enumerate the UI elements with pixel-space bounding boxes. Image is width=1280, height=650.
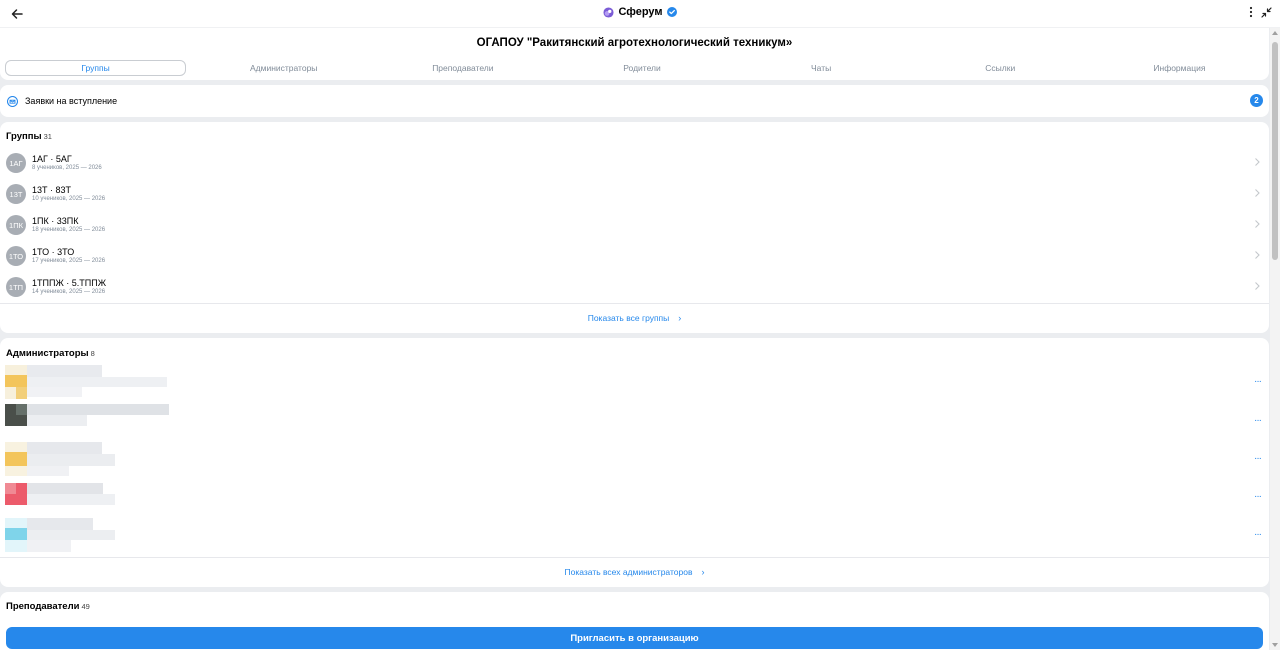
group-name: 1ПК · 33ПК	[32, 216, 79, 226]
admin-row[interactable]: ···	[0, 365, 1269, 399]
group-subtitle: 8 учеников, 2025 — 2026	[32, 165, 102, 171]
group-subtitle: 17 учеников, 2025 — 2026	[32, 258, 106, 264]
show-all-admins-label: Показать всех администраторов	[564, 567, 693, 577]
main-scroll-area: ОГАПОУ "Ракитянский агротехнологический …	[0, 28, 1269, 650]
group-row[interactable]: 1ТП 1ТППЖ · 5.ТППЖ 14 учеников, 2025 — 2…	[0, 274, 1269, 305]
scroll-down-arrow-icon[interactable]	[1272, 643, 1278, 647]
scrollbar-thumb[interactable]	[1272, 42, 1278, 260]
group-subtitle: 10 учеников, 2025 — 2026	[32, 196, 106, 202]
app-brand: Сферум	[0, 6, 1280, 18]
show-all-groups-button[interactable]: Показать все группы ›	[0, 313, 1269, 323]
blurred-admin-info	[5, 518, 175, 552]
chevron-right-icon	[1255, 251, 1260, 259]
join-requests-card[interactable]: Заявки на вступление 2	[0, 85, 1269, 117]
tab-links[interactable]: Ссылки	[911, 60, 1090, 76]
show-all-groups-label: Показать все группы	[587, 313, 670, 323]
admins-section-title: Администраторы 8	[6, 348, 95, 359]
more-horizontal-icon[interactable]: ···	[1254, 416, 1262, 426]
collapse-icon[interactable]	[1261, 6, 1272, 18]
requests-count-badge: 2	[1250, 94, 1263, 107]
tab-groups[interactable]: Группы	[5, 60, 187, 76]
group-row[interactable]: 1ТО 1ТО · 3ТО 17 учеников, 2025 — 2026	[0, 243, 1269, 274]
org-tabs: Группы Администраторы Преподаватели Роди…	[5, 60, 1269, 76]
more-horizontal-icon[interactable]: ···	[1254, 454, 1262, 464]
top-bar: Сферум	[0, 0, 1280, 28]
group-subtitle: 14 учеников, 2025 — 2026	[32, 289, 106, 295]
group-row[interactable]: 13Т 13Т · 83Т 10 учеников, 2025 — 2026	[0, 181, 1269, 212]
group-name: 1АГ · 5АГ	[32, 154, 72, 164]
join-requests-row[interactable]: Заявки на вступление 2	[0, 85, 1269, 117]
mail-icon	[7, 95, 18, 107]
scroll-up-arrow-icon[interactable]	[1272, 31, 1278, 35]
teachers-count: 49	[81, 602, 90, 611]
group-row[interactable]: 1ПК 1ПК · 33ПК 18 учеников, 2025 — 2026	[0, 212, 1269, 243]
verified-icon	[666, 7, 677, 17]
blurred-admin-info	[5, 480, 175, 514]
more-horizontal-icon[interactable]: ···	[1254, 377, 1262, 387]
group-avatar: 1АГ	[6, 153, 26, 173]
join-requests-label: Заявки на вступление	[25, 96, 118, 106]
chevron-right-icon	[1255, 158, 1260, 166]
chevron-right-icon	[1255, 189, 1260, 197]
invite-to-organization-button[interactable]: Пригласить в организацию	[6, 627, 1263, 649]
more-horizontal-icon[interactable]: ···	[1254, 492, 1262, 502]
admins-divider	[0, 557, 1269, 558]
group-avatar: 1ТП	[6, 277, 26, 297]
chevron-right-icon	[1255, 220, 1260, 228]
blurred-admin-info	[5, 442, 175, 476]
teachers-title-text: Преподаватели	[6, 601, 80, 612]
vertical-scrollbar[interactable]	[1270, 28, 1280, 650]
tab-teachers[interactable]: Преподаватели	[373, 60, 552, 76]
chevron-right-icon	[1255, 282, 1260, 290]
chevron-right-icon: ›	[701, 567, 705, 577]
groups-card: Группы 31 1АГ 1АГ · 5АГ 8 учеников, 2025 …	[0, 122, 1269, 333]
tab-info[interactable]: Информация	[1090, 60, 1269, 76]
chevron-right-icon: ›	[678, 313, 682, 323]
admin-row[interactable]: ···	[0, 480, 1269, 514]
admin-row[interactable]: ···	[0, 442, 1269, 476]
blurred-admin-info	[5, 404, 175, 438]
blurred-admin-info	[5, 365, 175, 399]
more-horizontal-icon[interactable]: ···	[1254, 530, 1262, 540]
group-avatar: 13Т	[6, 184, 26, 204]
group-subtitle: 18 учеников, 2025 — 2026	[32, 227, 106, 233]
admins-title-text: Администраторы	[6, 348, 89, 359]
groups-count: 31	[43, 132, 52, 141]
teachers-section-title: Преподаватели 49	[6, 601, 90, 612]
app-name: Сферум	[618, 6, 663, 18]
show-all-admins-button[interactable]: Показать всех администраторов ›	[0, 567, 1269, 577]
tab-admins[interactable]: Администраторы	[194, 60, 373, 76]
groups-divider	[0, 303, 1269, 304]
group-avatar: 1ПК	[6, 215, 26, 235]
group-avatar: 1ТО	[6, 246, 26, 266]
tab-parents[interactable]: Родители	[552, 60, 731, 76]
org-title: ОГАПОУ "Ракитянский агротехнологический …	[476, 37, 793, 49]
tab-chats[interactable]: Чаты	[732, 60, 911, 76]
org-header-card: ОГАПОУ "Ракитянский агротехнологический …	[0, 28, 1269, 80]
admins-card: Администраторы 8 ··· ··· ··· ··· ··· Пок…	[0, 338, 1269, 587]
group-name: 13Т · 83Т	[32, 185, 72, 195]
group-name: 1ТО · 3ТО	[32, 247, 75, 257]
admin-row[interactable]: ···	[0, 404, 1269, 438]
admin-row[interactable]: ···	[0, 518, 1269, 552]
sferum-logo-icon	[603, 6, 614, 18]
group-row[interactable]: 1АГ 1АГ · 5АГ 8 учеников, 2025 — 2026	[0, 150, 1269, 181]
more-vertical-icon[interactable]	[1249, 6, 1253, 18]
admins-count: 8	[90, 349, 95, 358]
group-name: 1ТППЖ · 5.ТППЖ	[32, 278, 106, 288]
groups-title-text: Группы	[6, 131, 42, 142]
groups-section-title: Группы 31	[6, 131, 52, 142]
